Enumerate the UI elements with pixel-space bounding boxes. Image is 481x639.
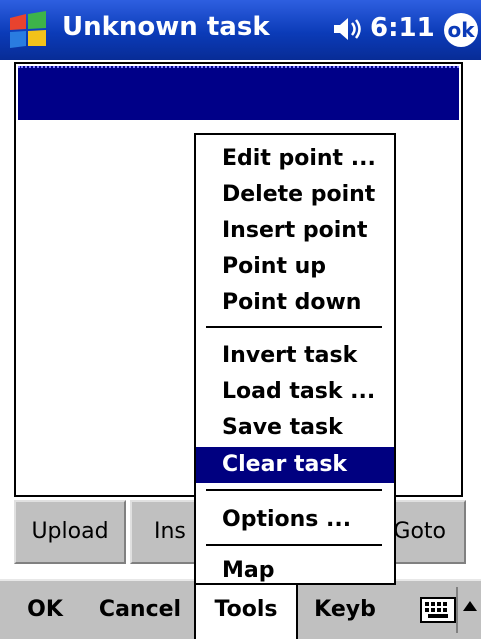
windows-start-icon[interactable] bbox=[6, 10, 50, 50]
menu-divider bbox=[206, 489, 382, 491]
menu-ok[interactable]: OK bbox=[10, 581, 80, 639]
menu-cancel[interactable]: Cancel bbox=[92, 581, 188, 639]
input-panel-arrow-icon[interactable] bbox=[463, 601, 477, 611]
menu-item-insert-point[interactable]: Insert point bbox=[196, 213, 394, 249]
speaker-icon[interactable] bbox=[330, 14, 366, 44]
menu-separator bbox=[456, 587, 458, 633]
title-bar: Unknown task 6:11 ok bbox=[0, 0, 481, 60]
menu-item-map[interactable]: Map bbox=[196, 553, 394, 589]
menu-item-options[interactable]: Options ... bbox=[196, 502, 394, 538]
menu-item-invert-task[interactable]: Invert task bbox=[196, 338, 394, 374]
menu-item-load-task[interactable]: Load task ... bbox=[196, 374, 394, 410]
menu-tools[interactable]: Tools bbox=[194, 581, 298, 639]
menu-divider bbox=[206, 326, 382, 328]
menu-item-save-task[interactable]: Save task bbox=[196, 410, 394, 446]
ok-close-button[interactable]: ok bbox=[444, 13, 478, 47]
menu-item-point-up[interactable]: Point up bbox=[196, 249, 394, 285]
menu-divider bbox=[206, 544, 382, 546]
selected-list-row[interactable] bbox=[18, 66, 459, 120]
menu-keyb[interactable]: Keyb bbox=[302, 581, 388, 639]
menu-item-clear-task[interactable]: Clear task bbox=[196, 447, 394, 483]
menu-item-point-down[interactable]: Point down bbox=[196, 285, 394, 321]
window-title: Unknown task bbox=[62, 12, 270, 42]
tools-popup-menu: Edit point ... Delete point Insert point… bbox=[194, 133, 396, 585]
clock[interactable]: 6:11 bbox=[370, 13, 435, 43]
keyboard-icon[interactable] bbox=[420, 597, 456, 623]
menu-item-edit-point[interactable]: Edit point ... bbox=[196, 141, 394, 177]
upload-button[interactable]: Upload bbox=[14, 500, 126, 564]
menu-item-delete-point[interactable]: Delete point bbox=[196, 177, 394, 213]
